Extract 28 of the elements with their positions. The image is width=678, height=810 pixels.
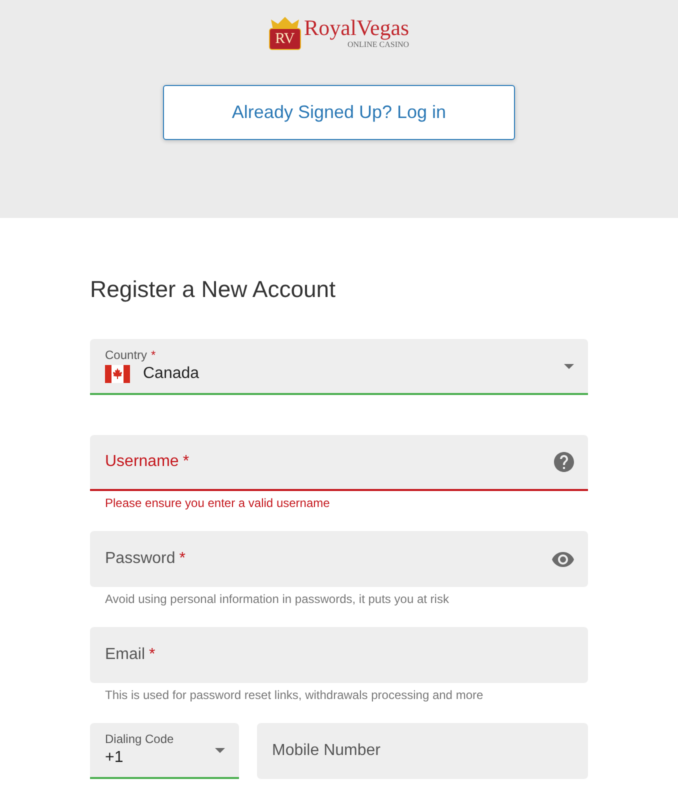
caret-icon	[564, 364, 574, 368]
eye-icon[interactable]	[552, 552, 574, 566]
caret-icon	[215, 748, 225, 752]
dialing-code-select[interactable]: Dialing Code +1	[90, 723, 239, 779]
field-label: Password *	[105, 549, 186, 569]
flag-icon	[105, 365, 130, 383]
crown-icon	[270, 16, 299, 29]
logo-tagline: ONLINE CASINO	[347, 40, 410, 50]
field-value: Canada	[143, 364, 200, 384]
hint-text: Avoid using personal information in passwords, it puts you at risk	[105, 592, 450, 606]
country-select[interactable]: Country * Canada	[90, 339, 588, 395]
field-label: Username *	[105, 452, 190, 472]
field-value: +1	[105, 748, 124, 768]
password-field[interactable]: Password *	[90, 531, 588, 587]
field-label: Country *	[105, 348, 157, 362]
form-title: Register a New Account	[90, 275, 336, 303]
logo-monogram: RV	[268, 28, 301, 50]
field-label: Mobile Number	[272, 741, 382, 761]
mobile-number-field[interactable]: Mobile Number	[257, 723, 588, 779]
email-field[interactable]: Email *	[90, 627, 588, 683]
username-field[interactable]: Username *	[90, 435, 588, 491]
field-label: Dialing Code	[105, 732, 175, 746]
logo-wordmark: RoyalVegas	[304, 16, 410, 40]
error-message: Please ensure you enter a valid username	[105, 496, 331, 510]
help-icon[interactable]	[554, 452, 574, 472]
hint-text: This is used for password reset links, withdrawals processing and more	[105, 688, 484, 702]
login-button[interactable]: Already Signed Up? Log in	[163, 85, 515, 140]
field-label: Email *	[105, 645, 156, 665]
